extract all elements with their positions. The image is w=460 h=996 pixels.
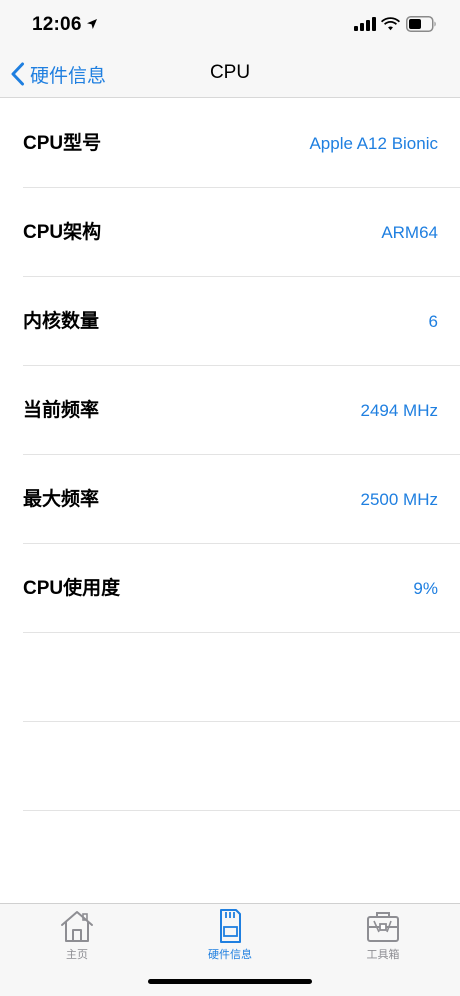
list-item: 当前频率 2494 MHz (23, 366, 460, 455)
empty-row (23, 811, 460, 900)
tab-label: 主页 (66, 949, 88, 961)
row-label: 最大频率 (23, 489, 100, 510)
row-value: Apple A12 Bionic (309, 134, 438, 153)
row-label: CPU使用度 (23, 578, 121, 599)
tab-label: 工具箱 (366, 949, 400, 961)
row-value: 9% (413, 579, 438, 598)
tab-home[interactable]: 主页 (27, 908, 127, 964)
toolbox-icon (367, 912, 399, 942)
row-value: 2500 MHz (360, 490, 438, 509)
navigation-bar: 硬件信息 CPU (0, 50, 460, 98)
list-item: 内核数量 6 (23, 277, 460, 366)
empty-row (23, 722, 460, 811)
home-indicator (148, 979, 312, 984)
row-label: 当前频率 (23, 400, 100, 421)
cpu-info-screen: 12:06 硬件信息 CPU CPU型号 Apple A12 Bionic CP… (0, 0, 460, 996)
cellular-signal-icon (354, 17, 376, 31)
battery-icon (406, 16, 436, 32)
wifi-icon (381, 17, 400, 31)
status-bar: 12:06 (0, 0, 460, 50)
row-label: 内核数量 (23, 311, 100, 332)
tab-label: 硬件信息 (208, 949, 252, 961)
tab-hardware-info[interactable]: 硬件信息 (180, 908, 280, 964)
row-label: CPU型号 (23, 133, 102, 154)
row-label: CPU架构 (23, 222, 102, 243)
row-value: ARM64 (381, 223, 438, 242)
status-time: 12:06 (32, 14, 82, 35)
list-item: CPU架构 ARM64 (23, 188, 460, 277)
sd-card-icon (220, 909, 241, 943)
location-arrow-icon (87, 19, 97, 29)
list-item: CPU型号 Apple A12 Bionic (23, 99, 460, 188)
cpu-info-list: CPU型号 Apple A12 Bionic CPU架构 ARM64 内核数量 … (0, 99, 460, 900)
list-item: CPU使用度 9% (23, 544, 460, 633)
row-value: 2494 MHz (360, 401, 438, 420)
empty-row (23, 633, 460, 722)
page-title: CPU (209, 62, 251, 83)
house-icon (61, 911, 93, 942)
row-value: 6 (428, 312, 438, 331)
tab-toolbox[interactable]: 工具箱 (333, 908, 433, 964)
list-item: 最大频率 2500 MHz (23, 455, 460, 544)
